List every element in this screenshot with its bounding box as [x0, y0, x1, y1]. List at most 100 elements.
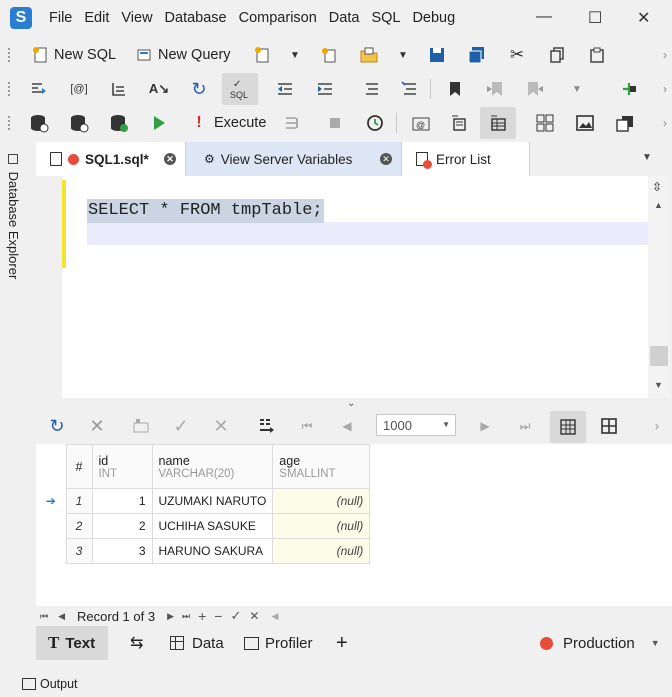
copy-icon[interactable] — [546, 44, 568, 66]
new-sql-button[interactable]: New SQL — [54, 47, 116, 63]
tab-sql1[interactable]: SQL1.sql* ✕ — [36, 142, 186, 176]
last-page-icon[interactable]: ⏭ — [514, 415, 536, 437]
cell-name[interactable]: UZUMAKI NARUTO — [151, 488, 274, 514]
tab-data[interactable]: Data — [162, 626, 232, 660]
column-header-age[interactable]: age SMALLINT — [272, 444, 371, 489]
save-all-icon[interactable] — [466, 44, 488, 66]
comment-lines-icon[interactable] — [360, 78, 382, 100]
connection-selector[interactable]: Production ▼ — [534, 626, 672, 660]
run-icon[interactable] — [148, 112, 170, 134]
grid-view-icon[interactable] — [480, 107, 516, 139]
column-header-rownum[interactable]: # — [65, 444, 93, 489]
apply-changes-icon[interactable]: ✓ — [170, 415, 192, 437]
toolbar-grip[interactable] — [8, 48, 11, 62]
cell-name[interactable]: HARUNO SAKURA — [151, 538, 274, 564]
maximize-button[interactable]: ☐ — [588, 8, 602, 28]
add-record-icon[interactable]: + — [198, 608, 206, 624]
paste-icon[interactable] — [586, 44, 608, 66]
layout-icon[interactable] — [534, 112, 556, 134]
database-icon[interactable] — [28, 112, 50, 134]
indent-increase-icon[interactable] — [314, 78, 336, 100]
sql-text[interactable]: SELECT * FROM tmpTable; — [87, 199, 324, 223]
last-record-icon[interactable]: ⏭ — [182, 611, 190, 622]
chevron-right-icon[interactable]: › — [654, 44, 672, 66]
tab-switch[interactable]: ⇆ — [122, 626, 152, 660]
new-item-icon[interactable] — [318, 44, 340, 66]
execute-current-icon[interactable] — [282, 112, 304, 134]
cell-age[interactable]: (null) — [272, 488, 371, 514]
new-query-button[interactable]: New Query — [158, 47, 231, 63]
cell-age[interactable]: (null) — [272, 513, 371, 539]
format-sql-icon[interactable] — [28, 78, 50, 100]
outline-icon[interactable] — [108, 78, 130, 100]
split-icon[interactable]: ⇳ — [652, 180, 662, 194]
first-page-icon[interactable]: ⏮ — [296, 415, 318, 437]
cell-id[interactable]: 3 — [91, 538, 153, 564]
delete-record-icon[interactable]: − — [214, 608, 222, 624]
discard-changes-icon[interactable]: ✕ — [210, 415, 232, 437]
paging-icon[interactable] — [256, 415, 278, 437]
chevron-right-icon[interactable]: › — [654, 78, 672, 100]
dropdown-arrow-icon[interactable]: ▼ — [284, 44, 306, 66]
menu-view[interactable]: View — [121, 10, 152, 26]
card-mode-icon[interactable] — [598, 415, 620, 437]
tabs-dropdown-icon[interactable]: ▼ — [642, 152, 652, 163]
chevron-right-icon[interactable]: › — [646, 415, 668, 437]
toolbar-grip[interactable] — [8, 116, 11, 130]
table-row[interactable]: 2 2 UCHIHA SASUKE (null) — [36, 513, 371, 539]
database-check-icon[interactable] — [108, 112, 130, 134]
indent-decrease-icon[interactable] — [274, 78, 296, 100]
close-tab-icon[interactable]: ✕ — [164, 153, 176, 165]
cancel-icon[interactable]: ✕ — [86, 415, 108, 437]
cell-id[interactable]: 2 — [91, 513, 153, 539]
next-record-icon[interactable]: ▶ — [167, 611, 174, 622]
menu-database[interactable]: Database — [165, 10, 227, 26]
output-panel-tab[interactable]: Output — [0, 670, 672, 697]
tab-view-server-variables[interactable]: ⚙ View Server Variables ✕ — [186, 142, 402, 176]
database-disconnect-icon[interactable] — [68, 112, 90, 134]
open-folder-icon[interactable] — [358, 44, 380, 66]
dropdown-arrow-icon[interactable]: ▼ — [566, 78, 588, 100]
cell-id[interactable]: 1 — [91, 488, 153, 514]
refresh-icon[interactable]: ↻ — [188, 78, 210, 100]
menu-file[interactable]: File — [49, 10, 72, 26]
database-explorer-tab[interactable]: Database Explorer — [6, 154, 21, 279]
table-row[interactable]: 3 3 HARUNO SAKURA (null) — [36, 538, 371, 564]
scroll-thumb[interactable] — [650, 346, 668, 366]
save-icon[interactable] — [426, 44, 448, 66]
prev-page-icon[interactable]: ◀ — [336, 415, 358, 437]
parameter-icon[interactable]: [@] — [68, 78, 90, 100]
history-icon[interactable] — [364, 112, 386, 134]
query-profiler-icon[interactable]: @ — [410, 112, 432, 134]
column-header-id[interactable]: id INT — [91, 444, 153, 489]
bookmark-icon[interactable] — [444, 78, 466, 100]
first-record-icon[interactable]: ⏮ — [40, 611, 48, 622]
prev-record-icon[interactable]: ◀ — [58, 611, 65, 622]
execute-button[interactable]: Execute — [214, 115, 266, 131]
cell-age[interactable]: (null) — [272, 538, 371, 564]
tab-profiler[interactable]: Profiler — [236, 626, 328, 660]
scroll-down-icon[interactable]: ▼ — [654, 380, 663, 390]
row-limit-select[interactable]: 1000 ▼ — [376, 414, 456, 436]
chevron-right-icon[interactable]: › — [654, 112, 672, 134]
image-icon[interactable] — [574, 112, 596, 134]
check-sql-icon[interactable]: ✓ SQL — [222, 73, 258, 105]
menu-debug[interactable]: Debug — [412, 10, 455, 26]
hscroll-left-icon[interactable]: ◀ — [271, 611, 278, 622]
close-button[interactable]: ✕ — [637, 8, 650, 28]
next-page-icon[interactable]: ▶ — [474, 415, 496, 437]
confirm-record-icon[interactable]: ✓ — [230, 608, 241, 624]
tab-error-list[interactable]: Error List — [402, 142, 530, 176]
toolbar-grip[interactable] — [8, 82, 11, 96]
case-change-icon[interactable]: A↘ — [148, 78, 170, 100]
menu-comparison[interactable]: Comparison — [239, 10, 317, 26]
minimize-button[interactable]: — — [536, 8, 552, 26]
table-row[interactable]: ➔ 1 1 UZUMAKI NARUTO (null) — [36, 488, 371, 514]
copy-data-icon[interactable] — [614, 112, 636, 134]
bookmark-prev-icon[interactable] — [484, 78, 506, 100]
bookmark-next-icon[interactable] — [524, 78, 546, 100]
cancel-record-icon[interactable]: ✕ — [249, 609, 259, 623]
add-tab-button[interactable]: + — [336, 626, 366, 660]
scroll-up-icon[interactable]: ▲ — [654, 200, 663, 210]
splitter-chevron-icon[interactable]: ⌄ — [347, 398, 355, 409]
